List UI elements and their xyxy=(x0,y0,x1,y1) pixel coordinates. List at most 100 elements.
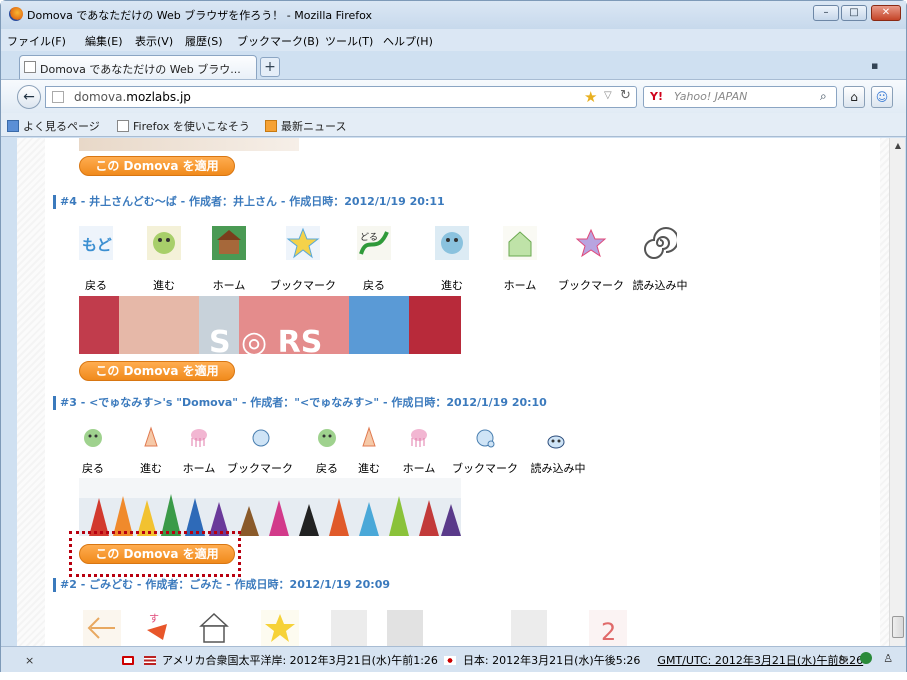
status-green-icon[interactable] xyxy=(859,652,872,664)
blank-icon xyxy=(387,610,423,646)
loading-icon: 2 xyxy=(589,610,627,646)
reload-icon[interactable]: ↻ xyxy=(620,88,631,103)
minimize-button[interactable]: – xyxy=(813,5,839,21)
bookmark-most-visited[interactable]: よく見るページ xyxy=(7,118,100,134)
icon-label: 読み込み中 xyxy=(530,462,586,475)
firefox-logo-icon xyxy=(9,7,23,21)
bookmark-star-icon[interactable]: ★ xyxy=(584,88,597,106)
page-favicon-icon xyxy=(24,61,36,73)
search-icon[interactable]: ⌕ xyxy=(820,89,827,104)
tab-domova[interactable]: Domova であなただけの Web ブラウ... xyxy=(19,55,257,79)
forward-icon xyxy=(362,426,376,447)
back-button[interactable]: ← xyxy=(17,85,41,109)
most-visited-icon xyxy=(7,120,19,132)
menu-help[interactable]: ヘルプ(H) xyxy=(383,33,433,49)
svg-text:す: す xyxy=(149,613,159,625)
loading-icon xyxy=(547,435,565,449)
search-input[interactable]: Yahoo! JAPAN xyxy=(674,90,747,103)
maximize-button[interactable]: □ xyxy=(841,5,867,21)
section-header[interactable]: #2 - ごみどむ - 作成者：ごみた - 作成日時：2012/1/19 20:… xyxy=(53,578,390,592)
back-icon xyxy=(84,429,102,447)
home-icon xyxy=(411,429,427,447)
scroll-thumb[interactable] xyxy=(892,616,904,638)
clock-widget-icon xyxy=(122,656,134,665)
addon-icon[interactable]: ☺ xyxy=(871,86,893,108)
bookmark-icon xyxy=(476,429,495,448)
close-button[interactable]: ✕ xyxy=(871,5,901,21)
url-text: domova.mozlabs.jp xyxy=(74,90,191,104)
history-dropdown-icon[interactable]: ▽ xyxy=(604,90,612,101)
home-icon xyxy=(212,226,246,260)
scroll-up-icon[interactable]: ▲ xyxy=(890,138,906,154)
browser-window: Domova であなただけの Web ブラウザを作ろう！ - Mozilla F… xyxy=(0,0,907,673)
icon-label: 戻る xyxy=(363,279,385,292)
window-title: Domova であなただけの Web ブラウザを作ろう！ - Mozilla F… xyxy=(27,9,373,22)
status-icons: ⇆ ♙ xyxy=(839,652,893,665)
gmt-time[interactable]: GMT/UTC: 2012年3月21日(水)午前8:26 xyxy=(657,654,863,667)
user-icon[interactable]: ♙ xyxy=(883,652,893,665)
network-icon[interactable]: ⇆ xyxy=(839,652,848,665)
new-tab-button[interactable]: + xyxy=(260,57,280,77)
section-header[interactable]: #4 - 井上さんどむ〜ば - 作成者：井上さん - 作成日時：2012/1/1… xyxy=(53,195,445,209)
menu-view[interactable]: 表示(V) xyxy=(135,33,173,49)
icon-label: ブックマーク xyxy=(452,462,518,475)
icon-label: ホーム xyxy=(503,279,537,292)
menu-edit[interactable]: 編集(E) xyxy=(85,33,123,49)
icon-label: ブックマーク xyxy=(558,279,624,292)
page-content: この Domova を適用 #4 - 井上さんどむ〜ば - 作成者：井上さん -… xyxy=(17,138,889,646)
menu-file[interactable]: ファイル(F) xyxy=(7,33,66,49)
svg-text:もど: もど xyxy=(82,236,112,254)
svg-text:2: 2 xyxy=(601,618,616,646)
home-icon xyxy=(195,610,233,646)
japan-flag-icon xyxy=(444,656,457,665)
forward-icon xyxy=(435,226,469,260)
bookmark-firefox-tips[interactable]: Firefox を使いこなそう xyxy=(117,118,250,134)
tab-strip: Domova であなただけの Web ブラウ... + ▪ xyxy=(1,51,906,79)
search-bar[interactable]: Y! Yahoo! JAPAN ⌕ xyxy=(643,86,837,108)
bookmark-icon xyxy=(574,226,608,260)
svg-text:S ◎ RS: S ◎ RS xyxy=(209,325,322,354)
menu-bar: ファイル(F) 編集(E) 表示(V) 履歴(S) ブックマーク(B) ツール(… xyxy=(1,29,906,51)
colored-pencils-image xyxy=(79,478,461,536)
page-icon xyxy=(117,120,129,132)
world-clock: アメリカ合衆国太平洋岸: 2012年3月21日(水)午前1:26 日本: 201… xyxy=(119,652,863,668)
us-flag-icon xyxy=(143,656,156,665)
tab-title: Domova であなただけの Web ブラウ... xyxy=(40,63,241,76)
site-identity-icon[interactable] xyxy=(52,91,64,103)
apply-domova-button[interactable]: この Domova を適用 xyxy=(79,361,235,381)
loading-icon xyxy=(643,226,677,260)
blank-icon xyxy=(511,610,547,646)
url-bar[interactable]: domova.mozlabs.jp ★ ▽ ↻ xyxy=(45,86,637,108)
bookmark-icon xyxy=(286,226,320,260)
addon-bar-close-icon[interactable]: × xyxy=(25,654,34,667)
bookmark-icon xyxy=(252,429,270,447)
rss-feed-icon xyxy=(265,120,277,132)
desktop-strip xyxy=(0,672,907,680)
japan-time: 日本: 2012年3月21日(水)午後5:26 xyxy=(462,654,641,667)
bookmark-icon xyxy=(261,610,299,646)
pacific-time: アメリカ合衆国太平洋岸: 2012年3月21日(水)午前1:26 xyxy=(162,654,438,667)
vertical-scrollbar[interactable]: ▲ xyxy=(889,138,905,646)
tab-list-icon[interactable]: ▪ xyxy=(871,59,878,72)
home-icon xyxy=(503,226,537,260)
icon-label: ホーム xyxy=(212,279,246,292)
home-button[interactable]: ⌂ xyxy=(843,86,865,108)
back-icon xyxy=(318,429,336,447)
svg-text:どる: どる xyxy=(360,232,378,243)
apply-domova-button[interactable]: この Domova を適用 xyxy=(79,156,235,176)
blank-icon xyxy=(331,610,367,646)
menu-history[interactable]: 履歴(S) xyxy=(185,33,223,49)
back-arrow-icon xyxy=(83,610,121,646)
highlight-box xyxy=(69,531,241,577)
bookmarks-toolbar: よく見るページ Firefox を使いこなそう 最新ニュース xyxy=(1,113,906,137)
back-icon: どる xyxy=(357,226,391,260)
menu-tools[interactable]: ツール(T) xyxy=(325,33,373,49)
forward-icon: す xyxy=(141,610,179,646)
bookmark-latest-news[interactable]: 最新ニュース xyxy=(265,118,346,134)
section-header[interactable]: #3 - <でゅなみす>'s "Domova" - 作成者："<でゅなみす>" … xyxy=(53,396,547,410)
title-bar: Domova であなただけの Web ブラウザを作ろう！ - Mozilla F… xyxy=(1,1,906,29)
menu-bookmarks[interactable]: ブックマーク(B) xyxy=(237,33,319,49)
yahoo-engine-icon[interactable]: Y! xyxy=(650,90,663,103)
forward-icon xyxy=(147,226,181,260)
back-icon: もど xyxy=(79,226,113,260)
